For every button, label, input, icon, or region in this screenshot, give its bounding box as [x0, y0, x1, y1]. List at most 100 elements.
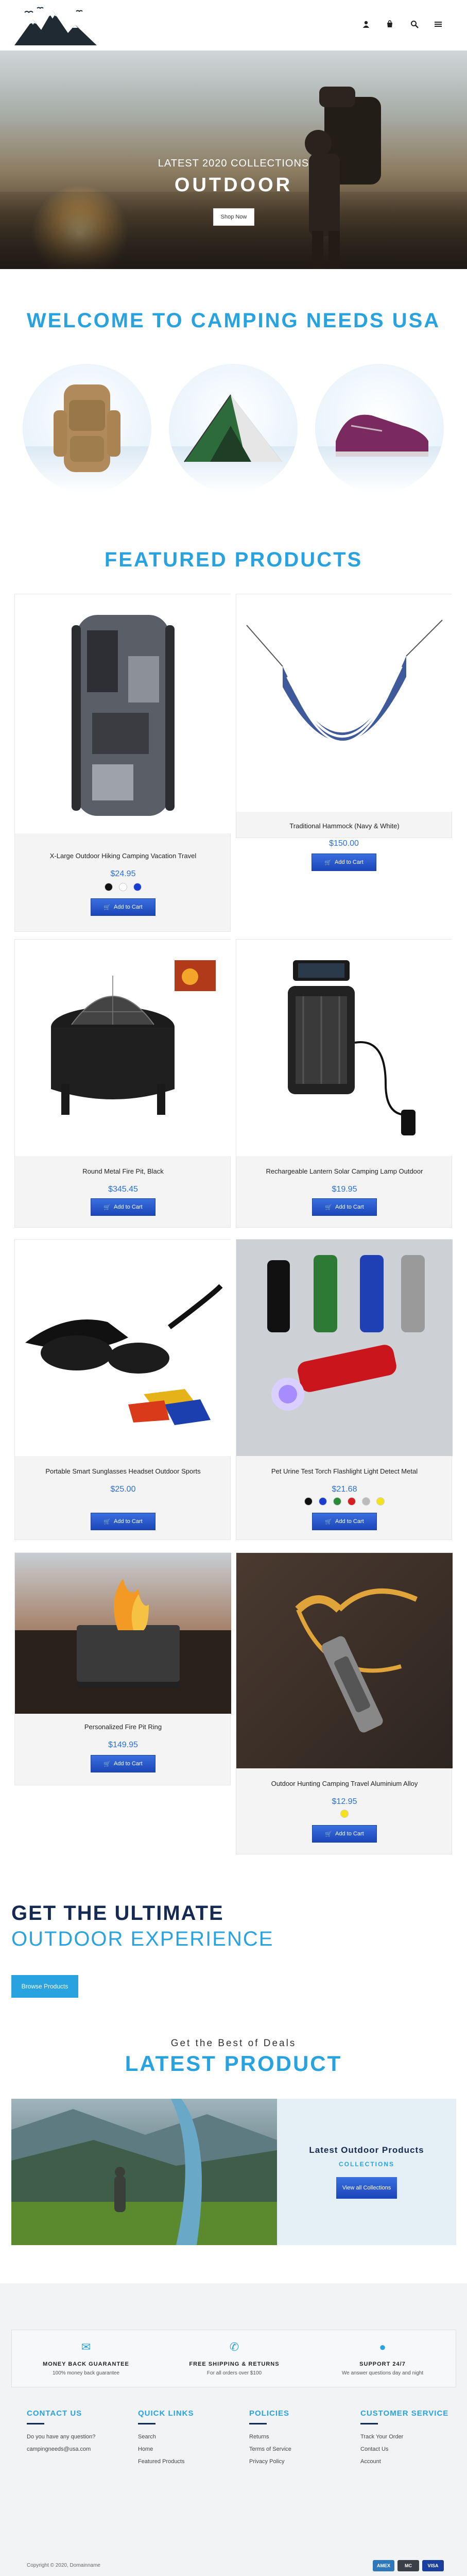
footer-link[interactable]: Contact Us [360, 2446, 463, 2452]
product-name[interactable]: Pet Urine Test Torch Flashlight Light De… [236, 1467, 453, 1475]
product-card[interactable]: Rechargeable Lantern Solar Camping Lamp … [236, 939, 453, 1228]
swatch-green[interactable] [333, 1497, 341, 1506]
product-card[interactable]: Outdoor Hunting Camping Travel Aluminium… [236, 1552, 453, 1854]
site-header [0, 0, 467, 51]
footer-link[interactable]: Account [360, 2458, 463, 2465]
swatch-white[interactable] [119, 883, 127, 891]
add-to-cart-button[interactable]: 🛒 Add to Cart [91, 1198, 155, 1216]
add-to-cart-label: Add to Cart [335, 1831, 364, 1837]
mastercard-icon: MC [397, 2560, 419, 2571]
cart-icon: 🛒 [103, 1204, 111, 1211]
footer-link[interactable]: Track Your Order [360, 2434, 463, 2440]
product-card[interactable]: Round Metal Fire Pit, Black $345.45 🛒 Ad… [14, 939, 231, 1228]
latest-eyebrow: Get the Best of Deals [170, 2038, 297, 2049]
product-image[interactable] [236, 1553, 453, 1768]
add-to-cart-label: Add to Cart [335, 1204, 364, 1210]
latest-promo-box: Latest Outdoor Products COLLECTIONS View… [277, 2099, 456, 2245]
product-image[interactable] [15, 594, 231, 833]
footer-link[interactable]: Returns [249, 2434, 352, 2440]
color-swatches [236, 1497, 453, 1506]
product-image[interactable] [236, 940, 453, 1156]
product-image[interactable] [15, 1553, 231, 1714]
product-card[interactable]: Personalized Fire Pit Ring $149.95 🛒 Add… [14, 1552, 231, 1785]
amex-icon: AMEX [373, 2560, 394, 2571]
add-to-cart-button[interactable]: 🛒 Add to Cart [91, 898, 155, 916]
product-name[interactable]: Outdoor Hunting Camping Travel Aluminium… [236, 1780, 453, 1787]
add-to-cart-button[interactable]: 🛒 Add to Cart [312, 1198, 377, 1216]
feature-subtitle: For all orders over $100 [206, 2370, 262, 2376]
add-to-cart-button[interactable]: 🛒 Add to Cart [312, 1513, 377, 1530]
swatch-yellow[interactable] [340, 1810, 349, 1818]
swatch-black[interactable] [304, 1497, 313, 1506]
product-price: $12.95 [332, 1797, 357, 1806]
product-name[interactable]: Traditional Hammock (Navy & White) [236, 822, 453, 830]
user-icon[interactable] [360, 19, 372, 30]
feature-title: FREE SHIPPING & RETURNS [189, 2361, 280, 2367]
search-icon[interactable] [409, 19, 420, 30]
tent-category-image[interactable] [169, 364, 298, 493]
product-image[interactable] [236, 594, 453, 812]
latest-heading: LATEST PRODUCT [125, 2051, 342, 2076]
color-swatches [236, 1810, 453, 1818]
add-to-cart-label: Add to Cart [335, 1518, 364, 1525]
footer-link[interactable]: Featured Products [138, 2458, 241, 2465]
product-image[interactable] [236, 1240, 453, 1456]
add-to-cart-label: Add to Cart [114, 1204, 143, 1210]
product-price: $149.95 [108, 1741, 138, 1749]
product-card[interactable]: Portable Smart Sunglasses Headset Outdoo… [14, 1239, 231, 1540]
product-name[interactable]: Personalized Fire Pit Ring [15, 1723, 231, 1731]
shop-now-button[interactable]: Shop Now [213, 208, 254, 226]
latest-box-title: Latest Outdoor Products [309, 2145, 424, 2155]
latest-product-image[interactable] [11, 2099, 277, 2245]
swatch-yellow[interactable] [376, 1497, 385, 1506]
feature-subtitle: We answer questions day and night [341, 2370, 424, 2376]
add-to-cart-button[interactable]: 🛒 Add to Cart [312, 1825, 377, 1843]
product-card[interactable]: X-Large Outdoor Hiking Camping Vacation … [14, 594, 231, 932]
cart-icon: 🛒 [325, 1204, 333, 1211]
product-image[interactable] [15, 1240, 231, 1456]
product-price: $25.00 [110, 1485, 136, 1494]
cart-icon[interactable] [384, 19, 395, 30]
visa-icon: VISA [422, 2560, 444, 2571]
footer-heading: CONTACT US [27, 2409, 82, 2418]
footer-link[interactable]: Home [138, 2446, 241, 2452]
menu-icon[interactable] [433, 19, 444, 30]
ultimate-heading-line1: GET THE ULTIMATE [11, 1902, 224, 1925]
footer-link[interactable]: Privacy Policy [249, 2458, 352, 2465]
view-collections-button[interactable]: View all Collections [336, 2177, 397, 2199]
hero-banner: LATEST 2020 COLLECTIONS OUTDOOR Shop Now [0, 51, 467, 269]
shoes-category-image[interactable] [315, 364, 444, 493]
footer-email-link[interactable]: campingneeds@usa.com [27, 2446, 130, 2452]
cart-icon: 🛒 [325, 1831, 333, 1837]
swatch-blue[interactable] [133, 883, 142, 891]
product-card[interactable]: Pet Urine Test Torch Flashlight Light De… [236, 1239, 453, 1540]
user-icon: ● [379, 2340, 386, 2353]
product-name[interactable]: Portable Smart Sunglasses Headset Outdoo… [15, 1467, 231, 1475]
add-to-cart-label: Add to Cart [114, 904, 143, 910]
swatch-black[interactable] [105, 883, 113, 891]
swatch-silver[interactable] [362, 1497, 370, 1506]
product-name[interactable]: Rechargeable Lantern Solar Camping Lamp … [236, 1167, 453, 1175]
footer-link[interactable]: Search [138, 2434, 241, 2440]
browse-products-button[interactable]: Browse Products [11, 1975, 78, 1998]
product-image[interactable] [15, 940, 231, 1156]
cart-icon: 🛒 [325, 1518, 333, 1525]
cart-icon: 🛒 [324, 859, 332, 866]
product-card[interactable]: Traditional Hammock (Navy & White) [236, 594, 453, 838]
swatch-red[interactable] [348, 1497, 356, 1506]
footer-col-contact: CONTACT US Do you have any question? cam… [27, 2409, 130, 2458]
footer-link[interactable]: Terms of Service [249, 2446, 352, 2452]
feature-title: SUPPORT 24/7 [359, 2361, 406, 2367]
product-name[interactable]: Round Metal Fire Pit, Black [15, 1167, 231, 1175]
add-to-cart-button[interactable]: 🛒 Add to Cart [91, 1513, 155, 1530]
add-to-cart-button[interactable]: 🛒 Add to Cart [91, 1755, 155, 1772]
footer-col-quick-links: QUICK LINKS Search Home Featured Product… [138, 2409, 241, 2471]
feature-subtitle: 100% money back guarantee [52, 2370, 120, 2376]
product-name[interactable]: X-Large Outdoor Hiking Camping Vacation … [15, 852, 231, 860]
swatch-blue[interactable] [319, 1497, 327, 1506]
backpack-category-image[interactable] [23, 364, 151, 493]
cart-icon: 🛒 [103, 1761, 111, 1767]
mountain-logo[interactable] [14, 5, 97, 46]
color-swatches [15, 883, 231, 891]
add-to-cart-button[interactable]: 🛒 Add to Cart [312, 854, 376, 871]
